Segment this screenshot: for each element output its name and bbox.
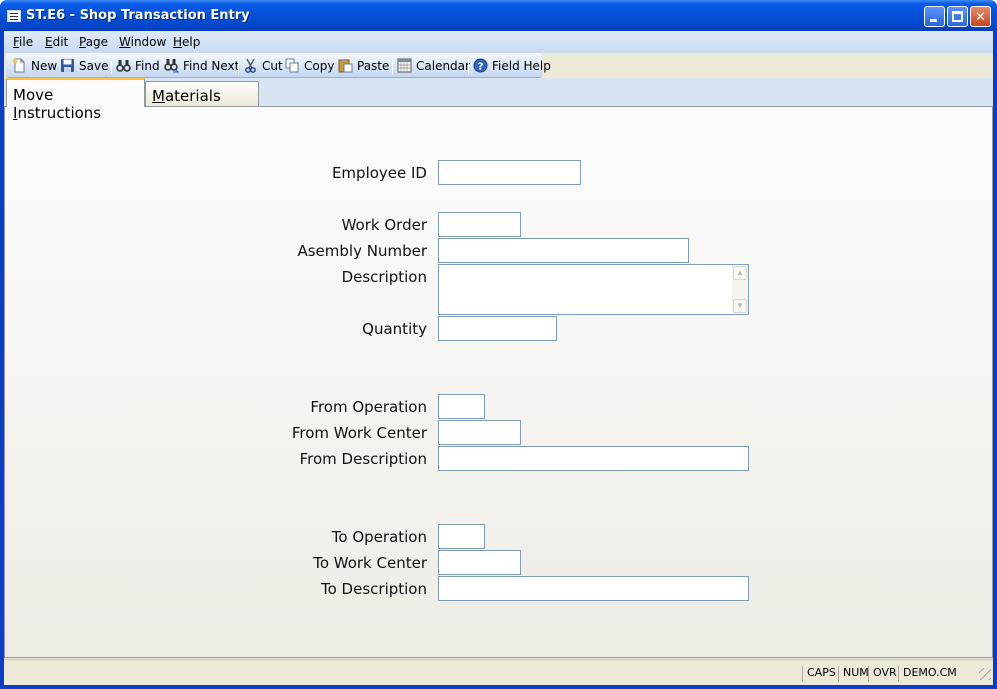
tab-materials-used[interactable]: Materials Used: [145, 81, 259, 123]
paste-button[interactable]: Paste: [338, 58, 390, 74]
field-help-button[interactable]: ? Field Help: [473, 58, 551, 74]
toolbar: New Save Find Find Next Cut Copy Paste C…: [6, 53, 551, 78]
tab-move-instructions[interactable]: Move Instructions: [6, 78, 145, 122]
employee-id-input[interactable]: [438, 160, 581, 185]
menu-window-accesskey: W: [119, 35, 131, 49]
to-work-center-input[interactable]: [438, 550, 521, 575]
application-window: ST.E6 - Shop Transaction Entry ✕ File Ed…: [0, 0, 997, 689]
copy-button[interactable]: Copy: [285, 58, 335, 74]
client-area: File Edit Page Window Help New Save Find: [4, 31, 993, 685]
floppy-disk-icon: [61, 59, 74, 72]
title-bar[interactable]: ST.E6 - Shop Transaction Entry ✕: [0, 0, 997, 31]
toolbar-separator: [468, 57, 469, 74]
menu-file-label: ile: [19, 35, 34, 49]
cut-button[interactable]: Cut: [243, 58, 283, 74]
menu-window-label: indow: [130, 35, 167, 49]
resize-grip-icon[interactable]: [979, 668, 991, 680]
menu-edit[interactable]: Edit: [45, 35, 68, 49]
description-scrollbar[interactable]: ▲ ▼: [732, 265, 748, 314]
toolbar-separator: [111, 57, 112, 74]
menu-edit-label: dit: [52, 35, 69, 49]
copy-icon: [285, 58, 299, 73]
new-button[interactable]: New: [12, 58, 58, 74]
menu-bar: File Edit Page Window Help: [4, 31, 993, 53]
num-indicator: NUM: [838, 666, 869, 682]
minimize-button[interactable]: [924, 6, 945, 27]
assembly-number-label: Asembly Number: [297, 242, 427, 260]
find-next-button[interactable]: Find Next: [164, 58, 239, 74]
clipboard-icon: [338, 59, 353, 73]
menu-edit-accesskey: E: [45, 35, 53, 49]
tab-move-instructions-label: nstructions: [17, 104, 102, 122]
tab-materials-used-accesskey: M: [152, 87, 165, 105]
svg-text:?: ?: [478, 62, 484, 73]
save-button-label: Save: [79, 59, 109, 73]
menu-window[interactable]: Window: [119, 35, 166, 49]
menu-help-accesskey: H: [173, 35, 183, 49]
find-next-button-label: Find Next: [183, 59, 240, 73]
menu-page-label: age: [85, 35, 109, 49]
description-textarea[interactable]: ▲ ▼: [438, 264, 749, 315]
cut-button-label: Cut: [262, 59, 283, 73]
ovr-indicator: OVR: [868, 666, 898, 682]
to-description-label: To Description: [321, 580, 427, 598]
new-document-icon: [12, 58, 25, 73]
find-next-icon: [164, 59, 179, 73]
binoculars-icon: [116, 60, 131, 72]
scissors-icon: [245, 58, 256, 73]
minimize-icon: [930, 19, 937, 22]
caps-indicator: CAPS: [802, 666, 838, 682]
copy-button-label: Copy: [304, 59, 335, 73]
status-bar: CAPS NUM OVR DEMO.CM: [4, 659, 993, 685]
scroll-down-icon[interactable]: ▼: [733, 299, 747, 313]
menu-help-label: elp: [182, 35, 201, 49]
account-indicator: DEMO.CM: [898, 666, 976, 682]
calendar-button[interactable]: Calendar: [397, 58, 470, 74]
paste-button-label: Paste: [357, 59, 390, 73]
from-work-center-label: From Work Center: [291, 424, 427, 442]
form-panel: Employee ID Work Order Asembly Number De…: [4, 106, 993, 658]
tab-move-instructions-prefix: Move: [13, 86, 54, 104]
maximize-icon: [952, 11, 963, 22]
save-button[interactable]: Save: [60, 58, 109, 74]
from-operation-label: From Operation: [310, 398, 427, 416]
from-operation-input[interactable]: [438, 394, 485, 419]
description-label: Description: [341, 268, 427, 286]
tab-strip: Move Instructions Materials Used: [4, 78, 993, 123]
assembly-number-input[interactable]: [438, 238, 689, 263]
toolbar-separator: [392, 57, 393, 74]
menu-page[interactable]: Page: [79, 35, 108, 49]
toolbar-separator: [238, 57, 239, 74]
maximize-button[interactable]: [947, 6, 968, 27]
window-title: ST.E6 - Shop Transaction Entry: [26, 8, 250, 23]
menu-page-accesskey: P: [79, 35, 86, 49]
from-description-label: From Description: [299, 450, 427, 468]
calendar-button-label: Calendar: [416, 59, 470, 73]
to-operation-input[interactable]: [438, 524, 485, 549]
to-description-input[interactable]: [438, 576, 749, 601]
quantity-input[interactable]: [438, 316, 557, 341]
find-button[interactable]: Find: [116, 58, 160, 74]
help-icon: ?: [473, 58, 488, 73]
to-operation-label: To Operation: [331, 528, 427, 546]
from-work-center-input[interactable]: [438, 420, 521, 445]
menu-file[interactable]: File: [13, 35, 33, 49]
find-button-label: Find: [135, 59, 160, 73]
quantity-label: Quantity: [362, 320, 427, 338]
close-button[interactable]: ✕: [970, 6, 991, 27]
menu-help[interactable]: Help: [173, 35, 200, 49]
field-help-button-label: Field Help: [492, 59, 551, 73]
calendar-icon: [397, 58, 412, 73]
work-order-input[interactable]: [438, 212, 521, 237]
from-description-input[interactable]: [438, 446, 749, 471]
close-icon: ✕: [975, 9, 986, 24]
new-button-label: New: [31, 59, 58, 73]
to-work-center-label: To Work Center: [313, 554, 427, 572]
work-order-label: Work Order: [341, 216, 427, 234]
scroll-up-icon[interactable]: ▲: [733, 266, 747, 280]
employee-id-label: Employee ID: [331, 164, 427, 182]
app-icon[interactable]: [7, 10, 21, 22]
